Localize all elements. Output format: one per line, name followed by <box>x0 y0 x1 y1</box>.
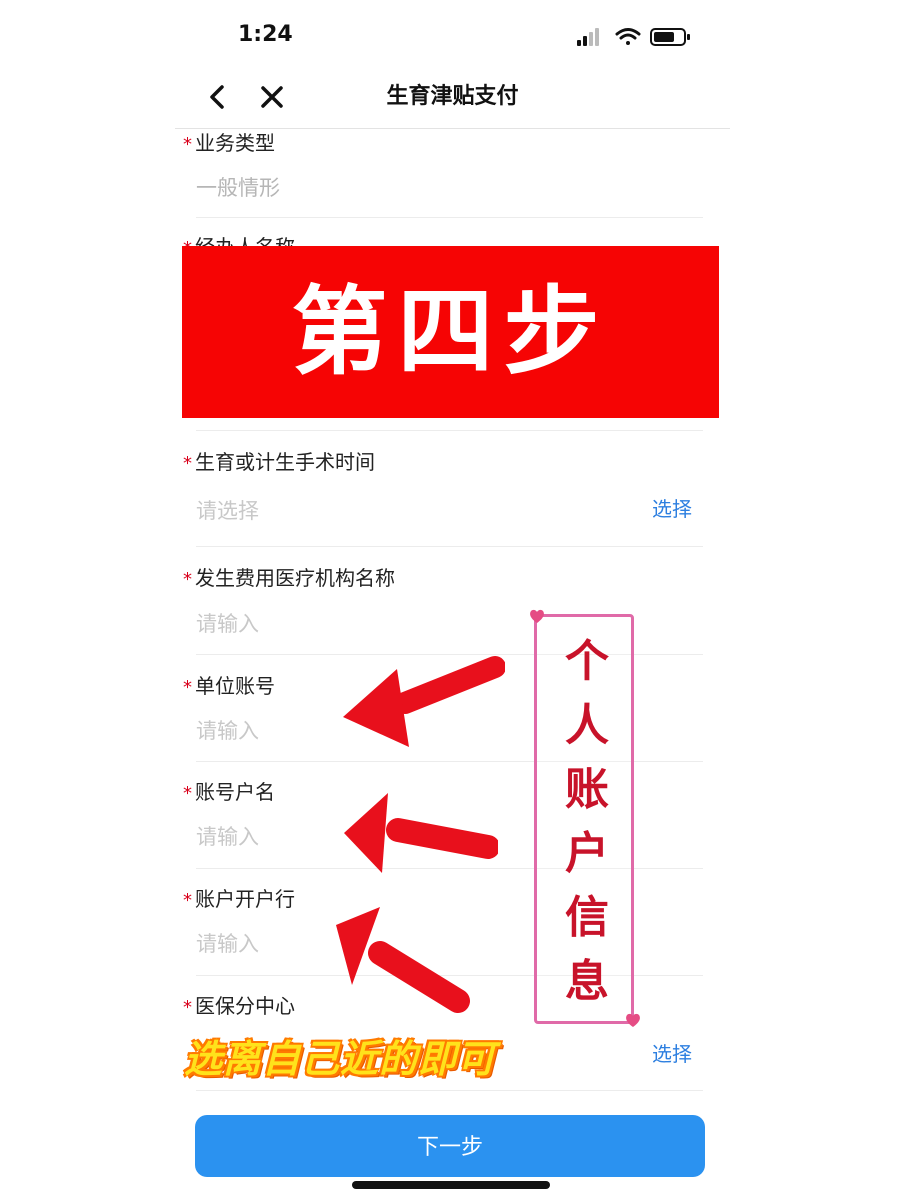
select-link[interactable]: 选择 <box>652 1040 692 1068</box>
note-char: 信 <box>565 892 609 943</box>
note-box: 个 人 账 户 信 息 <box>534 614 634 1024</box>
note-char: 息 <box>565 956 609 1007</box>
battery-icon <box>650 28 690 46</box>
field-placeholder: 请输入 <box>196 932 259 956</box>
field-placeholder: 请输入 <box>196 825 259 849</box>
field-placeholder: 请选择 <box>196 499 259 523</box>
phone-screen: 1:24 生育津贴支付 * 业务类型 一般情形 * 生育或计生手术时间 请选择 … <box>175 0 730 1200</box>
note-char: 个 <box>565 636 609 687</box>
arrow-left-icon <box>336 907 470 1013</box>
arrow-left-icon <box>344 793 498 873</box>
field-label: * 发生费用医疗机构名称 <box>183 566 395 590</box>
field-label: * 账户开户行 <box>183 887 295 911</box>
nav-divider <box>175 128 730 129</box>
wifi-icon <box>615 28 641 45</box>
required-marker: * <box>183 134 192 155</box>
home-indicator <box>352 1181 550 1189</box>
field-divider <box>196 1090 703 1091</box>
field-value: 一般情形 <box>196 176 280 200</box>
field-divider <box>196 430 703 431</box>
page-title: 生育津贴支付 <box>386 84 519 109</box>
required-marker: * <box>183 453 192 474</box>
required-marker: * <box>183 997 192 1018</box>
field-placeholder: 请输入 <box>196 719 259 743</box>
hint-text: 选离自己近的即可 <box>184 1037 497 1081</box>
status-icons <box>577 28 690 46</box>
field-label: * 医保分中心 <box>183 994 295 1018</box>
field-divider <box>196 217 703 218</box>
note-char: 人 <box>565 700 609 751</box>
field-medical-institution[interactable]: * 发生费用医疗机构名称 请输入 <box>175 565 730 657</box>
signal-icon <box>577 28 599 46</box>
field-label: * 业务类型 <box>183 131 275 155</box>
note-char: 账 <box>565 764 609 815</box>
required-marker: * <box>183 569 192 590</box>
field-label: * 账号户名 <box>183 780 275 804</box>
heart-icon <box>626 1013 640 1027</box>
required-marker: * <box>183 677 192 698</box>
field-divider <box>196 546 703 547</box>
field-business-type[interactable]: * 业务类型 一般情形 <box>175 130 730 220</box>
select-link[interactable]: 选择 <box>652 495 692 523</box>
required-marker: * <box>183 890 192 911</box>
status-time: 1:24 <box>238 22 293 47</box>
field-surgery-time[interactable]: * 生育或计生手术时间 请选择 选择 <box>175 449 730 549</box>
field-placeholder: 请输入 <box>196 612 259 636</box>
note-char: 户 <box>565 828 609 879</box>
step-banner-text: 第四步 <box>291 276 610 388</box>
field-label: * 单位账号 <box>183 674 275 698</box>
next-step-button[interactable]: 下一步 <box>195 1115 705 1177</box>
arrow-left-icon <box>343 656 505 747</box>
field-label: * 生育或计生手术时间 <box>183 450 375 474</box>
step-banner: 第四步 <box>182 246 719 418</box>
heart-icon <box>530 609 544 623</box>
required-marker: * <box>183 783 192 804</box>
